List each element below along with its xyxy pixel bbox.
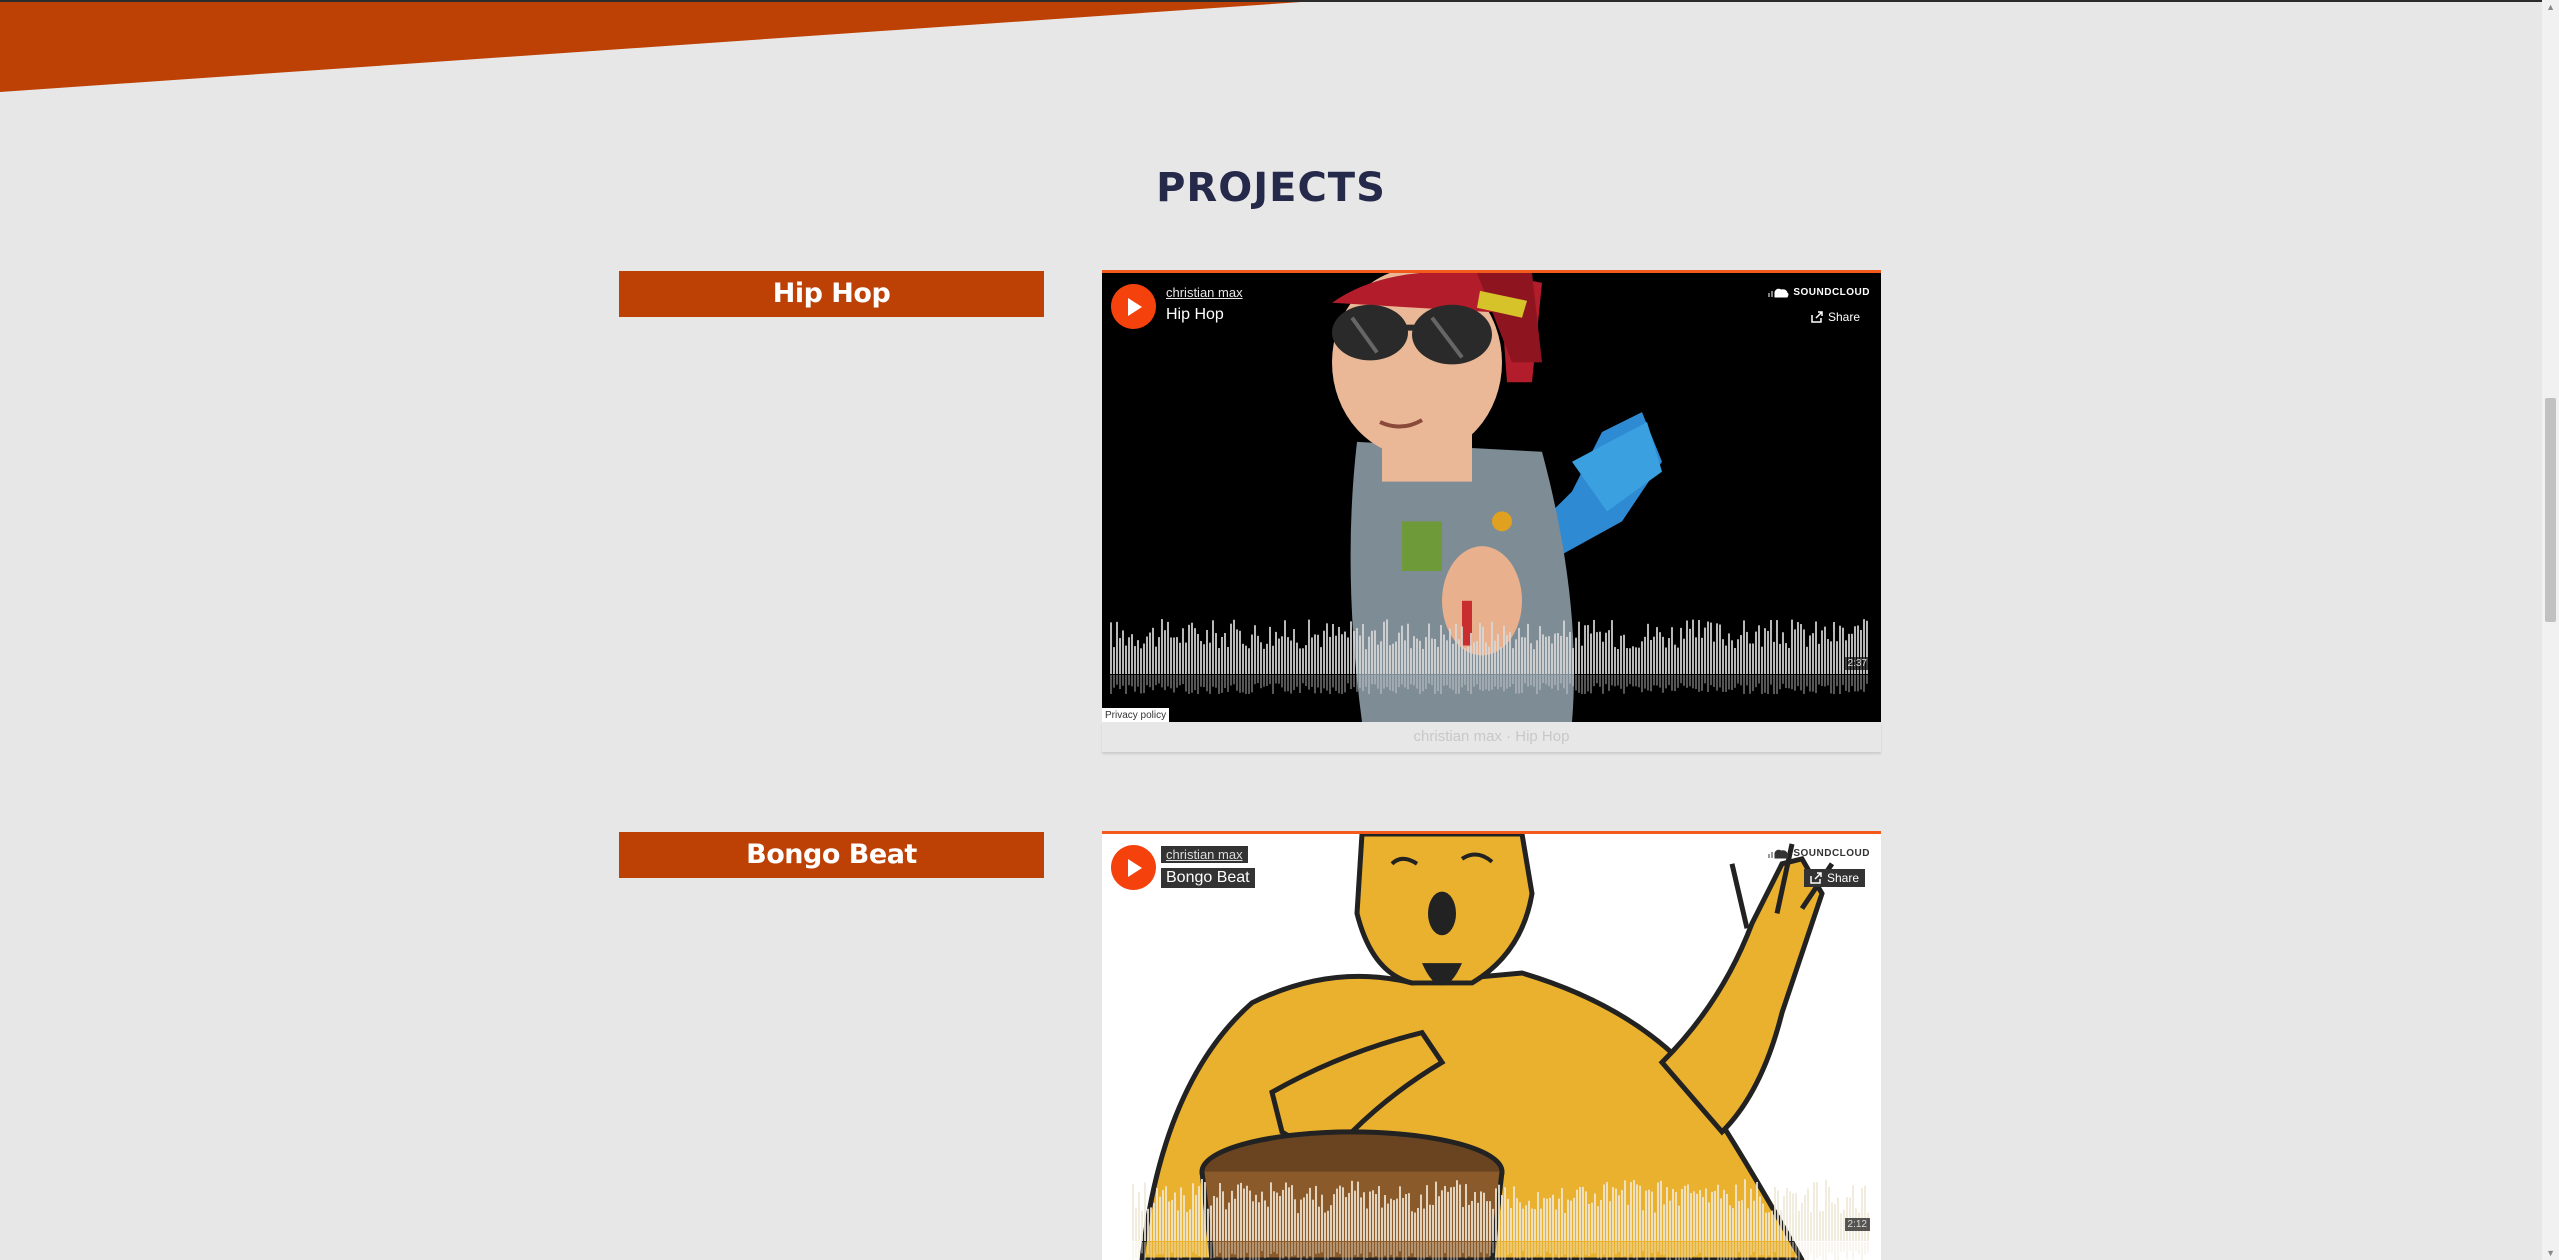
track-user-link[interactable]: christian max [1161,846,1248,863]
track-duration: 2:37 [1844,657,1870,670]
share-button[interactable]: Share [1803,869,1865,887]
track-duration: 2:12 [1844,1218,1870,1231]
play-button[interactable] [1111,845,1156,890]
soundcloud-cloud-icon [1768,849,1789,858]
player-caption[interactable]: christian max · Hip Hop [1102,722,1881,752]
project-tag-hip-hop: Hip Hop [619,271,1044,317]
waveform[interactable] [1110,619,1868,694]
soundcloud-logo[interactable]: SOUNDCLOUD [1767,287,1870,298]
track-title[interactable]: Hip Hop [1166,306,1224,324]
play-button[interactable] [1111,284,1156,329]
scroll-up-arrow-icon[interactable]: ▲ [2546,2,2555,12]
share-button[interactable]: Share [1811,310,1860,324]
page-scrollbar[interactable]: ▲ ▼ [2542,0,2559,1260]
soundcloud-brand-label: SOUNDCLOUD [1793,287,1870,298]
scroll-down-arrow-icon[interactable]: ▼ [2546,1248,2555,1258]
play-icon [1127,858,1142,877]
share-label: Share [1827,310,1860,324]
waveform[interactable] [1132,1179,1870,1260]
share-icon [1810,872,1822,884]
top-banner-shape [0,0,1330,92]
privacy-policy-link[interactable]: Privacy policy [1102,708,1170,722]
track-user-link[interactable]: christian max [1166,285,1243,300]
project-tag-bongo-beat: Bongo Beat [619,832,1044,878]
track-title[interactable]: Bongo Beat [1161,868,1255,888]
top-border-line [0,0,2559,2]
soundcloud-cloud-icon [1768,288,1789,297]
soundcloud-player-hip-hop[interactable]: christian max Hip Hop SOUNDCLOUD Share 2… [1102,270,1881,722]
soundcloud-logo[interactable]: SOUNDCLOUD [1767,848,1870,859]
page-title: PROJECTS [1156,164,1386,211]
share-label: Share [1826,871,1859,885]
scrollbar-thumb[interactable] [2545,398,2556,622]
soundcloud-player-bongo-beat[interactable]: christian max Bongo Beat SOUNDCLOUD Shar… [1102,831,1881,1260]
share-icon [1811,311,1823,323]
play-icon [1127,297,1142,316]
soundcloud-brand-label: SOUNDCLOUD [1793,848,1870,859]
